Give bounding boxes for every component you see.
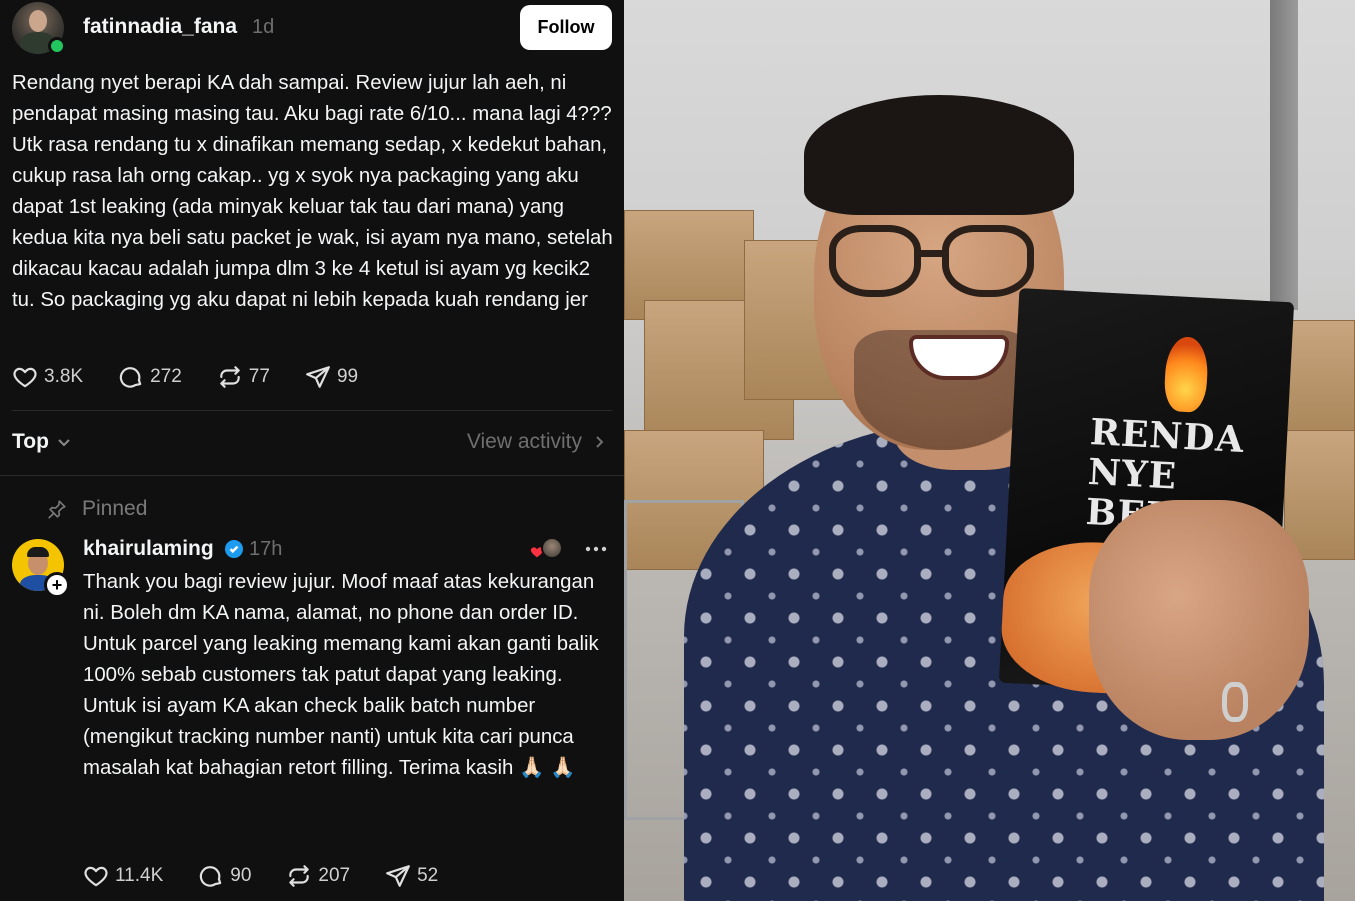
repost-count: 207: [318, 865, 351, 886]
threads-panel: fatinnadia_fana 1d Follow Rendang nyet b…: [0, 0, 624, 901]
pinned-indicator: Pinned: [46, 497, 147, 521]
send-icon: [306, 366, 330, 388]
sort-dropdown[interactable]: Top: [12, 430, 71, 454]
like-button[interactable]: 3.8K: [12, 364, 83, 390]
reply-actions: 11.4K 90 207 52: [83, 863, 473, 889]
heart-icon: [13, 367, 37, 388]
post-body-text: Rendang nyet berapi KA dah sampai. Revie…: [12, 72, 613, 311]
follow-button[interactable]: Follow: [520, 5, 612, 50]
share-button[interactable]: 99: [305, 364, 358, 390]
repost-button[interactable]: 207: [286, 863, 350, 889]
share-count: 99: [336, 366, 359, 387]
person-hair: [804, 95, 1074, 215]
comment-icon: [119, 367, 142, 388]
flame-icon: [1163, 335, 1210, 413]
ceiling-beam: [1270, 0, 1298, 310]
post-timestamp: 1d: [252, 16, 275, 38]
pin-icon: [48, 500, 66, 519]
send-icon: [386, 865, 411, 887]
like-count: 11.4K: [115, 865, 164, 886]
reply-body-text: Thank you bagi review jujur. Moof maaf a…: [83, 571, 599, 779]
comment-button[interactable]: 90: [198, 863, 251, 889]
comment-count: 90: [230, 865, 252, 886]
product-photo: RENDA NYE BER: [624, 0, 1355, 901]
divider: [12, 410, 612, 411]
ring: [1222, 682, 1248, 722]
heart-icon: [84, 866, 108, 887]
like-count: 3.8K: [44, 366, 84, 387]
share-button[interactable]: 52: [385, 863, 438, 889]
liker-avatar: [541, 537, 563, 559]
sort-label: Top: [12, 430, 49, 453]
avatar-hair: [27, 547, 49, 557]
comment-count: 272: [150, 366, 182, 387]
person-hand: [1089, 500, 1309, 740]
post-actions: 3.8K 272 77 99: [12, 364, 393, 390]
chevron-down-icon: [58, 439, 70, 447]
repost-icon: [289, 865, 310, 887]
reply-author-username[interactable]: khairulaming: [83, 537, 214, 561]
repost-button[interactable]: 77: [217, 364, 270, 390]
verified-badge-icon: [225, 540, 243, 558]
view-activity-label: View activity: [466, 430, 582, 453]
liked-by-author: [530, 537, 566, 561]
avatar-face: [29, 10, 47, 32]
glasses-left-lens: [829, 225, 921, 297]
like-button[interactable]: 11.4K: [83, 863, 163, 889]
repost-count: 77: [248, 366, 270, 387]
online-status-icon: [48, 37, 66, 55]
view-activity-link[interactable]: View activity: [467, 430, 606, 454]
divider: [0, 475, 624, 476]
replies-sort-row: Top View activity: [12, 428, 612, 460]
pinned-label: Pinned: [82, 497, 148, 520]
glasses-right-lens: [942, 225, 1034, 297]
glasses-bridge: [919, 250, 945, 257]
repost-icon: [220, 366, 240, 388]
comment-button[interactable]: 272: [118, 364, 182, 390]
reply-timestamp: 17h: [249, 538, 283, 560]
follow-plus-icon[interactable]: +: [44, 572, 70, 598]
post-author-username[interactable]: fatinnadia_fana: [83, 15, 237, 39]
share-count: 52: [417, 865, 439, 886]
more-options-icon[interactable]: [584, 540, 608, 558]
comment-icon: [200, 866, 222, 887]
chevron-right-icon: [596, 436, 604, 448]
